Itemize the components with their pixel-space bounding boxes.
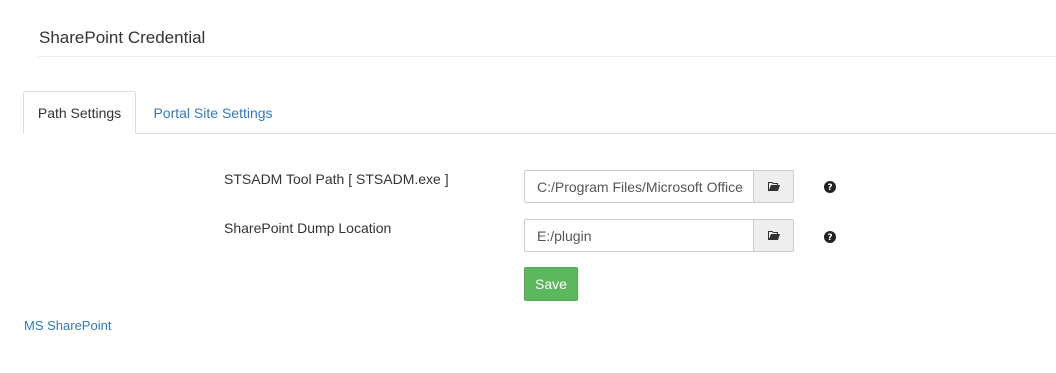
stsadm-browse-button[interactable] bbox=[753, 170, 794, 203]
question-circle-icon[interactable]: ? bbox=[824, 231, 836, 243]
ms-sharepoint-link[interactable]: MS SharePoint bbox=[24, 318, 111, 333]
folder-open-icon bbox=[767, 179, 781, 195]
dump-location-group bbox=[524, 219, 794, 252]
sharepoint-credential-page: SharePoint Credential Path Settings Port… bbox=[0, 0, 1056, 373]
tab-portal-site-settings[interactable]: Portal Site Settings bbox=[137, 91, 289, 134]
folder-open-icon bbox=[767, 228, 781, 244]
dump-location-label: SharePoint Dump Location bbox=[224, 220, 392, 236]
question-circle-icon[interactable]: ? bbox=[824, 181, 836, 193]
title-divider bbox=[38, 56, 1056, 57]
svg-text:?: ? bbox=[827, 233, 832, 243]
dump-location-browse-button[interactable] bbox=[753, 219, 794, 252]
page-title: SharePoint Credential bbox=[39, 28, 206, 47]
stsadm-path-input[interactable] bbox=[524, 170, 753, 203]
tab-path-settings[interactable]: Path Settings bbox=[23, 91, 136, 134]
stsadm-path-label: STSADM Tool Path [ STSADM.exe ] bbox=[224, 171, 449, 187]
stsadm-path-group bbox=[524, 170, 794, 203]
save-button[interactable]: Save bbox=[524, 267, 578, 301]
settings-tabs: Path Settings Portal Site Settings bbox=[23, 91, 1056, 134]
svg-text:?: ? bbox=[827, 183, 832, 193]
dump-location-input[interactable] bbox=[524, 219, 753, 252]
